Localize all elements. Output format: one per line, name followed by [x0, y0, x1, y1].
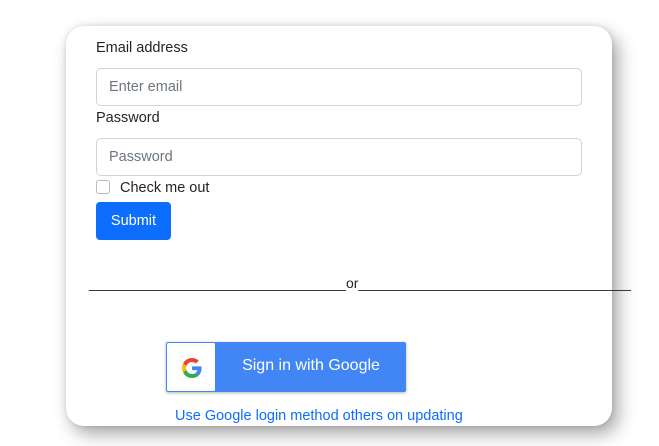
- google-login-note-link[interactable]: Use Google login method others on updati…: [175, 408, 463, 424]
- password-label: Password: [96, 110, 160, 126]
- or-divider: _________________________________or_____…: [89, 275, 631, 291]
- google-g-icon: [182, 358, 202, 378]
- google-signin-button[interactable]: Sign in with Google: [166, 342, 406, 392]
- submit-button[interactable]: Submit: [96, 202, 171, 240]
- remember-label: Check me out: [120, 180, 210, 196]
- google-icon-container: [167, 343, 215, 391]
- password-input[interactable]: [96, 138, 582, 176]
- email-label: Email address: [96, 40, 188, 56]
- remember-checkbox[interactable]: [96, 180, 110, 194]
- email-input[interactable]: [96, 68, 582, 106]
- google-signin-label: Sign in with Google: [242, 357, 380, 374]
